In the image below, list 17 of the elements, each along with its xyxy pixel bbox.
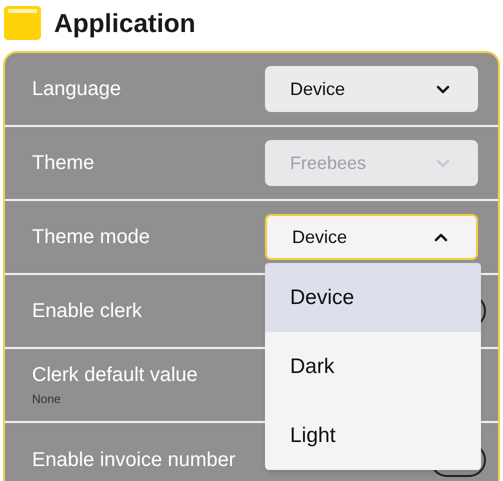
select-field[interactable]: Device [265, 66, 478, 112]
setting-label: Enable clerk [32, 299, 142, 323]
setting-label: Theme [32, 151, 94, 175]
dropdown-option[interactable]: Device [265, 263, 481, 332]
setting-label: Enable invoice number [32, 448, 236, 472]
select-field[interactable]: Device [265, 214, 478, 260]
section-title: Application [54, 6, 196, 40]
chevron-down-icon [436, 84, 450, 94]
chevron-up-icon [434, 232, 448, 242]
folder-icon [4, 6, 41, 40]
setting-value: None [32, 391, 62, 407]
setting-label: Language [32, 77, 121, 101]
chevron-down-icon [436, 158, 450, 168]
dropdown-option[interactable]: Dark [265, 332, 481, 401]
dropdown-option[interactable]: Light [265, 401, 481, 470]
setting-label: Theme mode [32, 225, 150, 249]
setting-label: Clerk default value [32, 363, 198, 387]
